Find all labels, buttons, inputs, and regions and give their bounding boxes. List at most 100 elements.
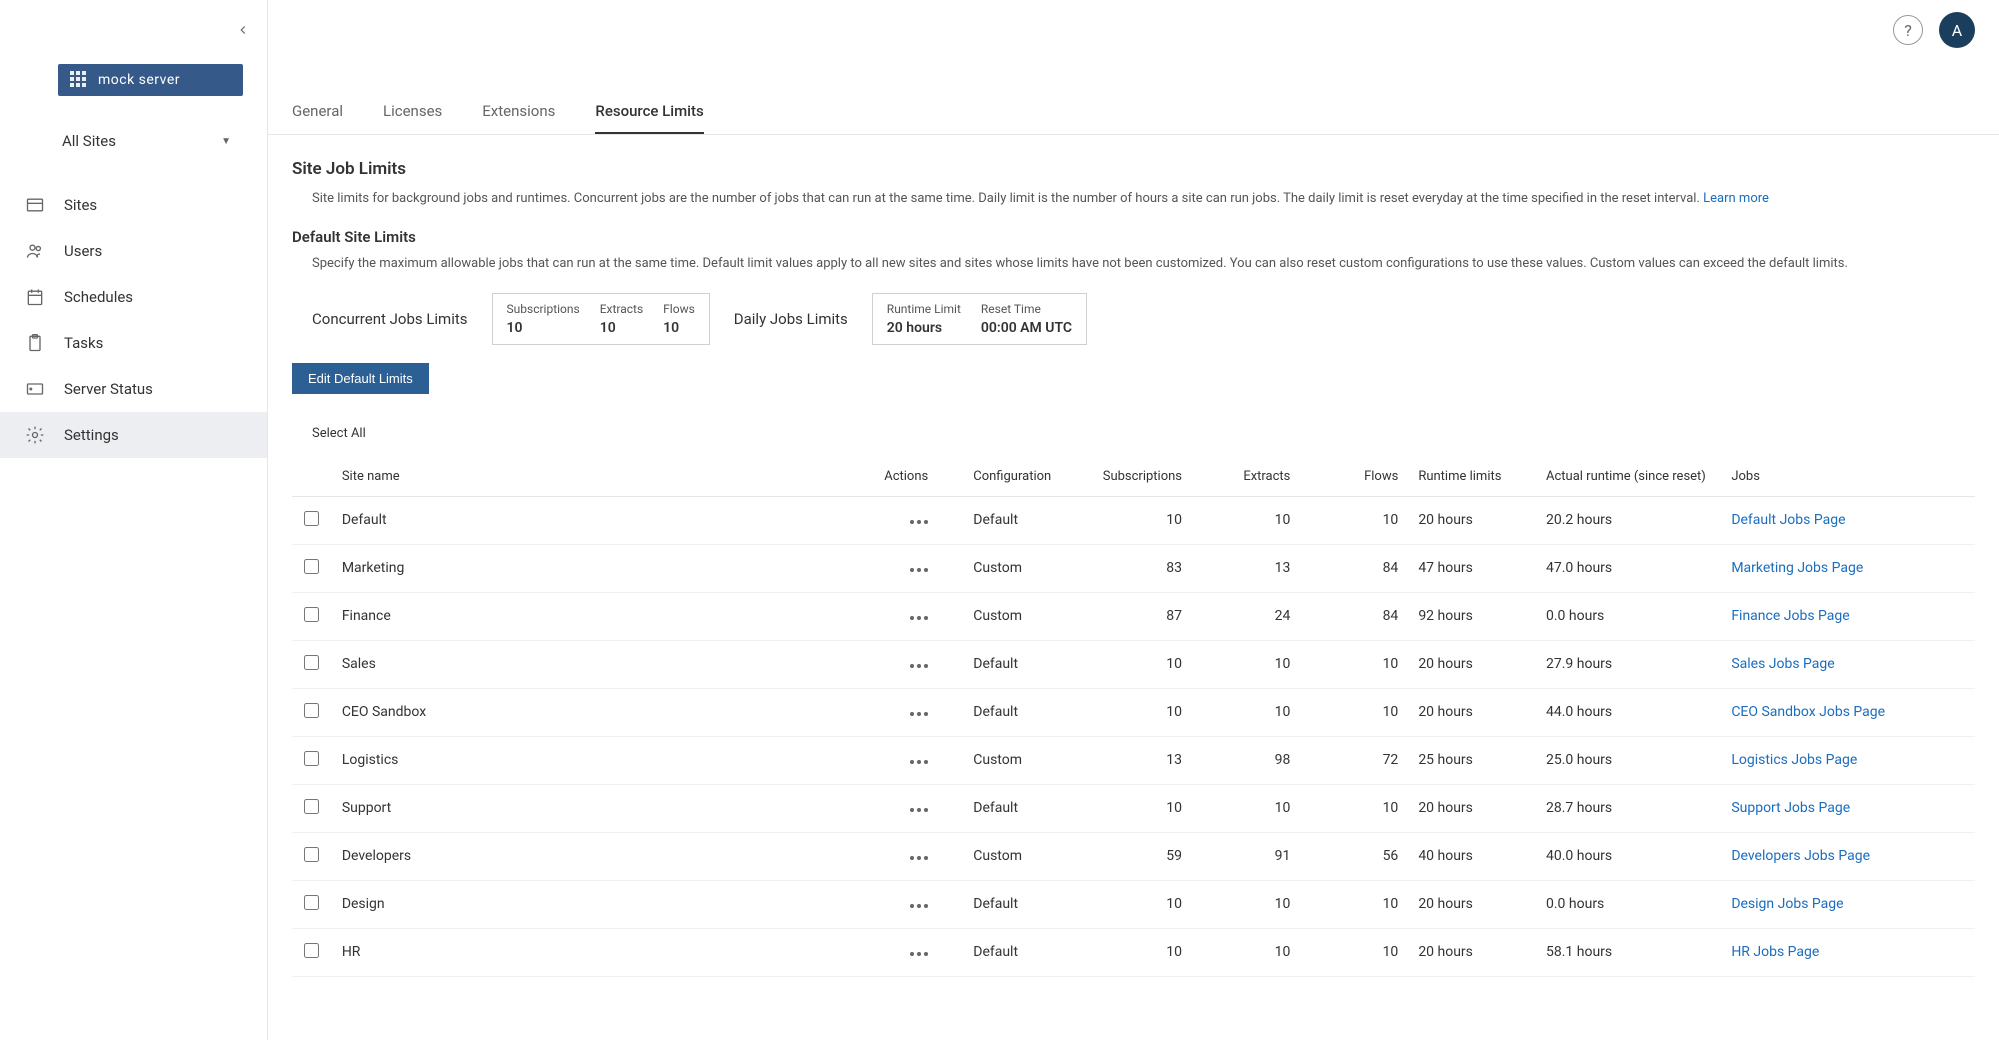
jobs-page-link[interactable]: HR Jobs Page bbox=[1731, 944, 1819, 960]
cell-actual-runtime: 27.9 hours bbox=[1536, 640, 1721, 688]
col-jobs[interactable]: Jobs bbox=[1721, 457, 1975, 497]
row-checkbox[interactable] bbox=[304, 655, 319, 670]
cell-subscriptions: 10 bbox=[1082, 640, 1192, 688]
row-checkbox[interactable] bbox=[304, 559, 319, 574]
row-checkbox[interactable] bbox=[304, 943, 319, 958]
jobs-page-link[interactable]: Design Jobs Page bbox=[1731, 896, 1843, 912]
jobs-page-link[interactable]: Default Jobs Page bbox=[1731, 512, 1845, 528]
col-site[interactable]: Site name bbox=[332, 457, 874, 497]
row-actions-button[interactable] bbox=[906, 900, 932, 912]
row-actions-button[interactable] bbox=[906, 852, 932, 864]
cell-site: Marketing bbox=[332, 544, 874, 592]
cell-actual-runtime: 0.0 hours bbox=[1536, 592, 1721, 640]
row-actions-button[interactable] bbox=[906, 516, 932, 528]
row-checkbox[interactable] bbox=[304, 751, 319, 766]
row-actions-button[interactable] bbox=[906, 612, 932, 624]
daily-jobs-box: Runtime Limit 20 hours Reset Time 00:00 … bbox=[872, 293, 1087, 345]
tabs: General Licenses Extensions Resource Lim… bbox=[268, 92, 1999, 135]
sidebar-item-users[interactable]: Users bbox=[0, 228, 267, 274]
row-actions-button[interactable] bbox=[906, 660, 932, 672]
col-flows[interactable]: Flows bbox=[1300, 457, 1408, 497]
cell-site: Finance bbox=[332, 592, 874, 640]
cell-site: Support bbox=[332, 784, 874, 832]
cell-configuration: Custom bbox=[963, 592, 1082, 640]
col-subscriptions[interactable]: Subscriptions bbox=[1082, 457, 1192, 497]
col-configuration[interactable]: Configuration bbox=[963, 457, 1082, 497]
row-actions-button[interactable] bbox=[906, 564, 932, 576]
sidebar-item-settings[interactable]: Settings bbox=[0, 412, 267, 458]
cell-runtime-limits: 20 hours bbox=[1408, 928, 1536, 976]
cell-actual-runtime: 58.1 hours bbox=[1536, 928, 1721, 976]
learn-more-link[interactable]: Learn more bbox=[1703, 191, 1769, 206]
row-actions-button[interactable] bbox=[906, 804, 932, 816]
jobs-page-link[interactable]: Support Jobs Page bbox=[1731, 800, 1850, 816]
table-row: Developers Custom 59 91 56 40 hours 40.0… bbox=[292, 832, 1975, 880]
col-checkbox bbox=[292, 457, 332, 497]
edit-default-limits-button[interactable]: Edit Default Limits bbox=[292, 363, 429, 394]
cell-subscriptions: 10 bbox=[1082, 928, 1192, 976]
jobs-page-link[interactable]: Marketing Jobs Page bbox=[1731, 560, 1863, 576]
col-actions[interactable]: Actions bbox=[874, 457, 963, 497]
jobs-page-link[interactable]: Finance Jobs Page bbox=[1731, 608, 1849, 624]
jobs-page-link[interactable]: Logistics Jobs Page bbox=[1731, 752, 1857, 768]
tab-resource-limits[interactable]: Resource Limits bbox=[595, 92, 703, 134]
col-actual-runtime[interactable]: Actual runtime (since reset) bbox=[1536, 457, 1721, 497]
concurrent-jobs-box: Subscriptions 10 Extracts 10 Flows 10 bbox=[492, 293, 710, 345]
sidebar-item-label: Settings bbox=[64, 426, 119, 444]
concurrent-jobs-label: Concurrent Jobs Limits bbox=[312, 310, 468, 328]
select-all-link[interactable]: Select All bbox=[292, 418, 1975, 457]
row-checkbox[interactable] bbox=[304, 895, 319, 910]
row-checkbox[interactable] bbox=[304, 511, 319, 526]
row-actions-button[interactable] bbox=[906, 756, 932, 768]
avatar[interactable]: A bbox=[1939, 12, 1975, 48]
tab-extensions[interactable]: Extensions bbox=[482, 92, 555, 134]
row-actions-button[interactable] bbox=[906, 708, 932, 720]
row-checkbox[interactable] bbox=[304, 799, 319, 814]
gear-icon bbox=[24, 424, 46, 446]
cell-subscriptions: 10 bbox=[1082, 688, 1192, 736]
cell-runtime-limits: 20 hours bbox=[1408, 688, 1536, 736]
sidebar-item-schedules[interactable]: Schedules bbox=[0, 274, 267, 320]
main: ? A General Licenses Extensions Resource… bbox=[268, 0, 1999, 1040]
jobs-page-link[interactable]: CEO Sandbox Jobs Page bbox=[1731, 704, 1885, 720]
cell-runtime-limits: 20 hours bbox=[1408, 784, 1536, 832]
cell-site: HR bbox=[332, 928, 874, 976]
flows-label: Flows bbox=[663, 302, 695, 316]
tab-licenses[interactable]: Licenses bbox=[383, 92, 442, 134]
content: Site Job Limits Site limits for backgrou… bbox=[268, 135, 1999, 1040]
cell-flows: 84 bbox=[1300, 544, 1408, 592]
subscriptions-label: Subscriptions bbox=[507, 302, 580, 316]
cell-configuration: Default bbox=[963, 640, 1082, 688]
cell-runtime-limits: 25 hours bbox=[1408, 736, 1536, 784]
cell-site: Sales bbox=[332, 640, 874, 688]
sidebar-item-sites[interactable]: Sites bbox=[0, 182, 267, 228]
table-row: Marketing Custom 83 13 84 47 hours 47.0 … bbox=[292, 544, 1975, 592]
cell-runtime-limits: 20 hours bbox=[1408, 640, 1536, 688]
row-checkbox[interactable] bbox=[304, 847, 319, 862]
jobs-page-link[interactable]: Developers Jobs Page bbox=[1731, 848, 1870, 864]
cell-extracts: 91 bbox=[1192, 832, 1300, 880]
tab-general[interactable]: General bbox=[292, 92, 343, 134]
window-icon bbox=[24, 194, 46, 216]
flows-value: 10 bbox=[663, 320, 695, 336]
sidebar-item-tasks[interactable]: Tasks bbox=[0, 320, 267, 366]
row-checkbox[interactable] bbox=[304, 607, 319, 622]
cell-flows: 56 bbox=[1300, 832, 1408, 880]
sidebar-collapse-button[interactable] bbox=[231, 18, 255, 42]
cell-flows: 10 bbox=[1300, 784, 1408, 832]
jobs-page-link[interactable]: Sales Jobs Page bbox=[1731, 656, 1834, 672]
cell-configuration: Default bbox=[963, 496, 1082, 544]
row-checkbox[interactable] bbox=[304, 703, 319, 718]
site-selector[interactable]: All Sites ▼ bbox=[50, 124, 243, 158]
col-runtime-limits[interactable]: Runtime limits bbox=[1408, 457, 1536, 497]
cell-extracts: 24 bbox=[1192, 592, 1300, 640]
sidebar: mock server All Sites ▼ Sites Users Sche… bbox=[0, 0, 268, 1040]
cell-site: Logistics bbox=[332, 736, 874, 784]
cell-extracts: 10 bbox=[1192, 784, 1300, 832]
row-actions-button[interactable] bbox=[906, 948, 932, 960]
cell-subscriptions: 10 bbox=[1082, 784, 1192, 832]
help-icon[interactable]: ? bbox=[1893, 15, 1923, 45]
sidebar-item-server-status[interactable]: Server Status bbox=[0, 366, 267, 412]
col-extracts[interactable]: Extracts bbox=[1192, 457, 1300, 497]
sites-table: Site name Actions Configuration Subscrip… bbox=[292, 457, 1975, 977]
